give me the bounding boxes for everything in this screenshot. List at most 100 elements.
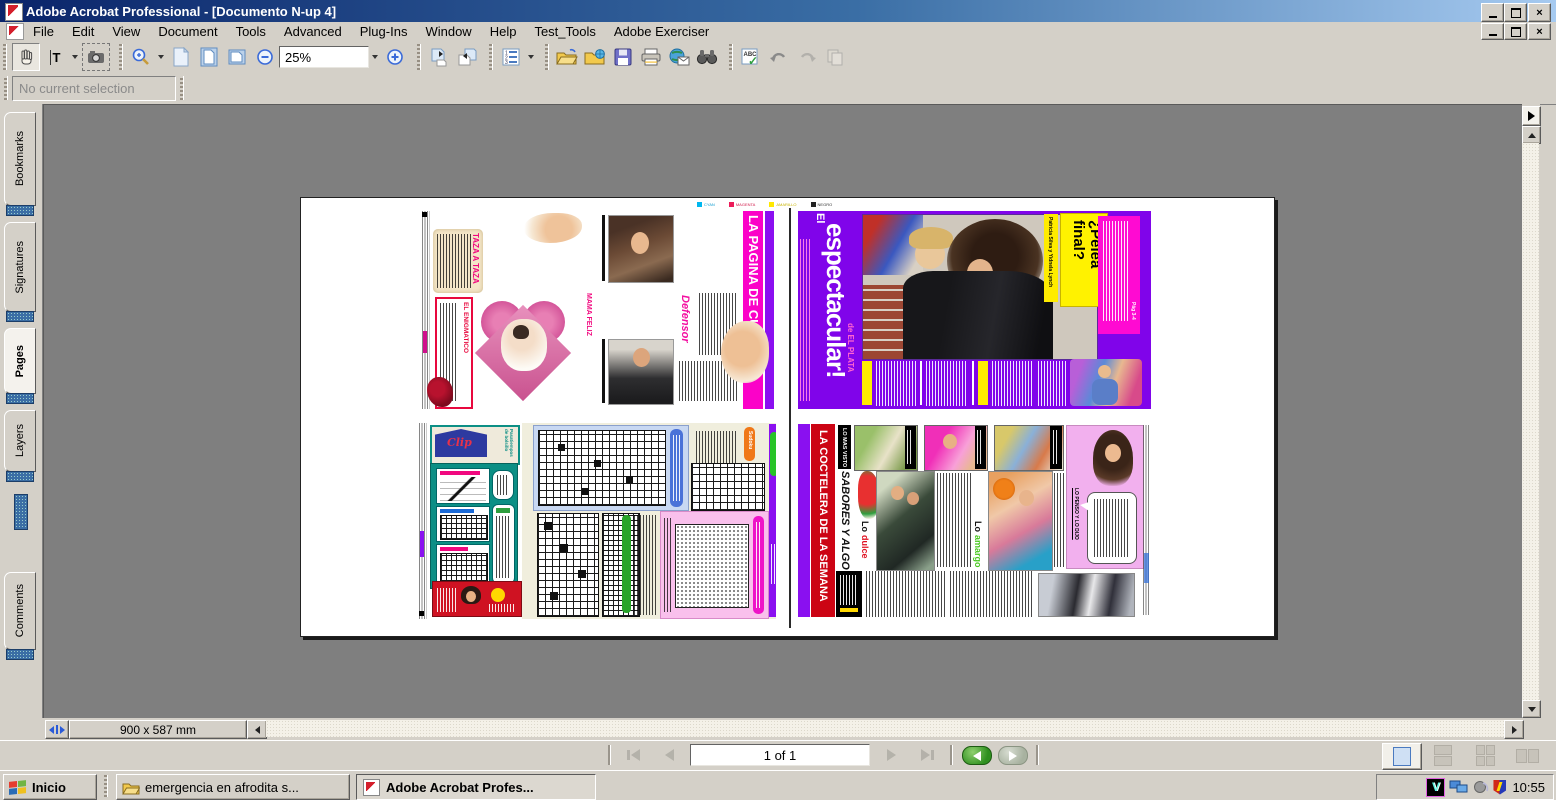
vertical-scrollbar[interactable] xyxy=(1522,104,1540,718)
actual-size-button[interactable] xyxy=(168,44,194,70)
pane-resize-handle[interactable] xyxy=(14,494,28,530)
tab-bookmarks[interactable]: Bookmarks xyxy=(4,112,36,206)
zoom-level-dropdown[interactable] xyxy=(372,55,378,59)
menu-adobe-exerciser[interactable]: Adobe Exerciser xyxy=(605,24,718,39)
tray-network-icon[interactable] xyxy=(1449,779,1469,795)
zoom-in-button[interactable] xyxy=(382,44,408,70)
previous-page-tool-button[interactable] xyxy=(454,44,480,70)
hscroll-right-button[interactable] xyxy=(1504,720,1524,739)
select-tool-dropdown[interactable] xyxy=(72,55,78,59)
tab-signatures[interactable]: Signatures xyxy=(4,222,36,312)
tab-layers-label: Layers xyxy=(14,424,26,457)
search-button[interactable] xyxy=(694,44,720,70)
restore-button[interactable] xyxy=(1504,3,1527,22)
task-list-button[interactable]: 123 xyxy=(498,44,524,70)
woman-photo xyxy=(608,215,674,283)
sudoku-grid xyxy=(691,463,765,511)
next-page-button[interactable] xyxy=(878,745,904,765)
open-button[interactable] xyxy=(554,44,580,70)
taskbar-grip[interactable] xyxy=(104,775,108,797)
document-sheet[interactable]: CYAN MAGENTA AMARILLO NEGRO TAZA A TAZA xyxy=(300,197,1275,637)
previous-page-button[interactable] xyxy=(656,745,682,765)
zoom-tool-dropdown[interactable] xyxy=(158,55,164,59)
minimize-button[interactable] xyxy=(1481,3,1504,22)
doc-minimize-button[interactable] xyxy=(1481,23,1504,40)
page-espectacular: El espectacular! de EL PLATA Patricia Si… xyxy=(798,211,1151,409)
toolbar-grip[interactable] xyxy=(545,44,549,70)
rose-question-mark xyxy=(427,377,453,407)
hand-tool-button[interactable] xyxy=(12,43,40,71)
single-page-view-button[interactable] xyxy=(1382,743,1422,770)
spellcheck-button[interactable]: ABC✓ xyxy=(738,44,764,70)
start-button[interactable]: Inicio xyxy=(3,774,97,800)
tab-layers[interactable]: Layers xyxy=(4,410,36,472)
save-button[interactable] xyxy=(610,44,636,70)
next-view-button[interactable] xyxy=(998,746,1028,765)
doc-close-button[interactable]: × xyxy=(1528,23,1551,40)
doc-restore-button[interactable] xyxy=(1504,23,1527,40)
toolbar-grip[interactable] xyxy=(417,44,421,70)
menu-advanced[interactable]: Advanced xyxy=(275,24,351,39)
tray-clock[interactable]: 10:55 xyxy=(1512,780,1545,795)
pane-splitter-button[interactable] xyxy=(45,720,69,739)
previous-view-button[interactable] xyxy=(962,746,992,765)
fit-page-button[interactable] xyxy=(196,44,222,70)
last-page-button[interactable] xyxy=(912,745,942,765)
task-list-dropdown[interactable] xyxy=(528,55,534,59)
continuous-view-button[interactable] xyxy=(1424,743,1462,768)
toolbar-grip[interactable] xyxy=(729,44,733,70)
toolbar-grip[interactable] xyxy=(4,76,8,100)
menu-edit[interactable]: Edit xyxy=(63,24,103,39)
print-button[interactable] xyxy=(638,44,664,70)
email-button[interactable] xyxy=(666,44,692,70)
page-number-field[interactable]: 1 of 1 xyxy=(690,744,870,766)
menu-tools[interactable]: Tools xyxy=(227,24,275,39)
zoom-in-tool-button[interactable] xyxy=(128,44,154,70)
hscroll-left-button[interactable] xyxy=(247,720,267,739)
toolbar-grip[interactable] xyxy=(180,76,184,100)
tray-v-icon[interactable]: V xyxy=(1426,778,1445,797)
zoom-out-button[interactable] xyxy=(252,44,278,70)
zoom-level-field[interactable]: 25% xyxy=(279,46,369,68)
menu-view[interactable]: View xyxy=(103,24,149,39)
menu-test-tools[interactable]: Test_Tools xyxy=(525,24,604,39)
next-page-tool-button[interactable] xyxy=(426,44,452,70)
copy-button[interactable] xyxy=(822,44,848,70)
first-page-button[interactable] xyxy=(618,745,648,765)
hscroll-track[interactable] xyxy=(266,720,1504,737)
menu-document[interactable]: Document xyxy=(149,24,226,39)
document-canvas[interactable]: CYAN MAGENTA AMARILLO NEGRO TAZA A TAZA xyxy=(43,104,1524,720)
toolbar-grip[interactable] xyxy=(119,44,123,70)
title-bar[interactable]: Adobe Acrobat Professional - [Documento … xyxy=(0,0,1556,22)
facing-view-button[interactable] xyxy=(1508,743,1546,768)
scroll-down-button[interactable] xyxy=(1522,700,1541,718)
select-text-tool-button[interactable]: T xyxy=(42,44,68,70)
tray-shield-icon[interactable] xyxy=(1493,780,1506,795)
undo-button[interactable] xyxy=(766,44,792,70)
tab-comments[interactable]: Comments xyxy=(4,572,36,650)
task-button-acrobat[interactable]: Adobe Acrobat Profes... xyxy=(356,774,596,800)
task-button-afrodita[interactable]: emergencia en afrodita s... xyxy=(116,774,350,800)
menu-window[interactable]: Window xyxy=(416,24,480,39)
open-web-page-button[interactable] xyxy=(582,44,608,70)
menu-file[interactable]: File xyxy=(24,24,63,39)
toolbar-grip[interactable] xyxy=(3,44,7,70)
tab-pages[interactable]: Pages xyxy=(4,328,36,394)
scroll-up-button[interactable] xyxy=(1522,126,1541,144)
thumb-caption xyxy=(1050,426,1062,469)
tray-audio-icon[interactable] xyxy=(1472,779,1490,795)
expand-pane-button[interactable] xyxy=(1522,106,1541,126)
menu-plugins[interactable]: Plug-Ins xyxy=(351,24,417,39)
coctelera-banner: LA COCTELERA DE LA SEMANA xyxy=(811,424,835,617)
fit-width-button[interactable] xyxy=(224,44,250,70)
vscroll-track[interactable] xyxy=(1522,143,1539,700)
document-icon[interactable] xyxy=(6,23,24,40)
cyan-mark xyxy=(697,202,702,207)
menu-help[interactable]: Help xyxy=(481,24,526,39)
snapshot-tool-button[interactable] xyxy=(82,43,110,71)
toolbar-grip[interactable] xyxy=(489,44,493,70)
listing-rule xyxy=(920,361,922,405)
redo-button[interactable] xyxy=(794,44,820,70)
continuous-facing-view-button[interactable] xyxy=(1466,743,1504,768)
close-button[interactable]: × xyxy=(1528,3,1551,22)
